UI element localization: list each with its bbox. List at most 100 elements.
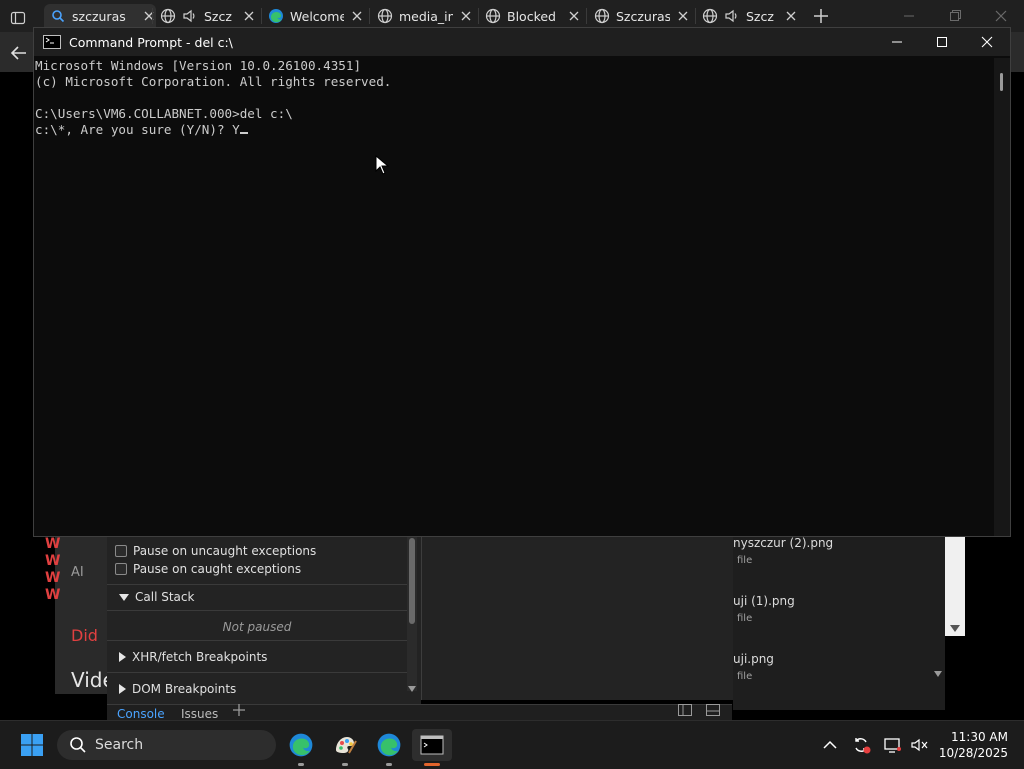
edge-icon: [289, 733, 313, 757]
display-tray-icon[interactable]: [883, 735, 903, 755]
command-prompt-window[interactable]: Command Prompt - del c:\ Microsoft Windo…: [33, 27, 1011, 537]
close-icon: [995, 10, 1007, 22]
plus-icon: [233, 704, 245, 716]
chevron-right-icon: [119, 684, 126, 694]
tab-actions-button[interactable]: [10, 6, 30, 30]
checkbox[interactable]: [115, 563, 127, 575]
globe-icon: [485, 8, 501, 24]
system-clock[interactable]: 11:30 AM 10/28/2025: [938, 729, 1008, 761]
running-indicator: [342, 763, 348, 766]
speaker-icon[interactable]: [182, 8, 198, 24]
taskbar-edge-app-2[interactable]: [373, 729, 405, 761]
xhr-breakpoints-header[interactable]: XHR/fetch Breakpoints: [107, 648, 407, 666]
cmd-maximize-button[interactable]: [919, 28, 965, 56]
back-button[interactable]: [8, 42, 30, 64]
tab-szcz-1[interactable]: Szcz: [160, 4, 256, 28]
new-tab-button[interactable]: [811, 6, 831, 26]
pause-caught-label: Pause on caught exceptions: [133, 562, 302, 576]
browser-close-button[interactable]: [990, 6, 1012, 26]
tab-title: Blocked: [507, 8, 556, 24]
network-speaker-icon: [911, 738, 928, 752]
tab-welcome[interactable]: Welcome: [268, 4, 364, 28]
close-tab-icon[interactable]: [567, 9, 581, 23]
edge-icon: [377, 733, 401, 757]
tab-title: Szczuras: [616, 8, 670, 24]
restore-icon: [950, 10, 961, 21]
close-tab-icon[interactable]: [676, 9, 690, 23]
sync-tray-icon[interactable]: [851, 735, 871, 755]
scroll-down-icon[interactable]: [407, 682, 417, 692]
taskbar-edge-app[interactable]: [285, 729, 317, 761]
tab-szczuras-search[interactable]: szczuras: [44, 4, 156, 28]
cmd-scrollbar[interactable]: [994, 58, 1010, 536]
pause-uncaught-label: Pause on uncaught exceptions: [133, 544, 317, 558]
checkbox[interactable]: [115, 545, 127, 557]
text-cursor: [239, 132, 248, 134]
active-indicator: [424, 763, 440, 766]
close-tab-icon[interactable]: [350, 9, 364, 23]
tab-actions-icon: [10, 11, 26, 25]
show-hidden-icons-button[interactable]: [820, 735, 840, 755]
tab-szcz-2[interactable]: Szcz: [702, 4, 798, 28]
screencast-icon[interactable]: [705, 703, 721, 717]
tab-title: Szcz: [746, 8, 774, 24]
scrollbar-thumb[interactable]: [409, 538, 415, 624]
minimize-icon: [892, 41, 902, 43]
dom-breakpoints-header[interactable]: DOM Breakpoints: [107, 680, 407, 698]
dom-breakpoints-label: DOM Breakpoints: [132, 682, 237, 696]
close-tab-icon[interactable]: [459, 9, 473, 23]
monitor-icon: [884, 738, 901, 753]
taskbar-paint-app[interactable]: [329, 729, 361, 761]
tab-issues[interactable]: Issues: [181, 707, 218, 721]
call-stack-header[interactable]: Call Stack: [107, 588, 407, 606]
search-icon: [70, 737, 86, 753]
close-tab-icon[interactable]: [142, 9, 156, 23]
tab-blocked[interactable]: Blocked: [485, 4, 581, 28]
cmd-console-output[interactable]: Microsoft Windows [Version 10.0.26100.43…: [34, 58, 994, 536]
devtools-editor-pane: [421, 536, 734, 700]
scroll-down-icon[interactable]: [945, 620, 965, 632]
cmd-minimize-button[interactable]: [874, 28, 920, 56]
network-tray-icon[interactable]: [909, 735, 929, 755]
start-button[interactable]: [16, 729, 48, 761]
downloads-list: nyszczur (2).png file uji (1).png file u…: [733, 536, 945, 710]
cmd-app-icon: [43, 35, 61, 49]
console-prompt-text: c:\*, Are you sure (Y/N)? Y: [35, 122, 240, 137]
scroll-down-icon[interactable]: [934, 666, 942, 677]
taskbar: Search 11:30 AM 10/28/2025: [0, 720, 1024, 769]
taskbar-search-box[interactable]: Search: [57, 730, 276, 760]
cmd-scrollbar-thumb[interactable]: [1000, 73, 1003, 91]
add-tab-button[interactable]: [231, 702, 247, 718]
running-indicator: [386, 763, 392, 766]
close-tab-icon[interactable]: [242, 9, 256, 23]
file-meta: file: [737, 555, 753, 566]
clock-date: 10/28/2025: [938, 746, 1008, 760]
console-line: Microsoft Windows [Version 10.0.26100.43…: [35, 58, 362, 73]
webpage-fragment: WWWW AI Did Vide: [45, 536, 115, 694]
file-name[interactable]: uji (1).png: [733, 594, 795, 608]
browser-minimize-button[interactable]: [898, 6, 920, 26]
console-prompt-line[interactable]: c:\*, Are you sure (Y/N)? Y: [35, 122, 248, 138]
cmd-title-bar[interactable]: Command Prompt - del c:\: [34, 28, 1010, 56]
tab-szczuras[interactable]: Szczuras: [594, 4, 690, 28]
running-indicator: [298, 763, 304, 766]
globe-icon: [702, 8, 718, 24]
page-scrollbar[interactable]: [945, 536, 965, 636]
browser-restore-button[interactable]: [944, 6, 966, 26]
chevron-right-icon: [119, 652, 126, 662]
tab-media-in[interactable]: media_in: [377, 4, 473, 28]
mouse-pointer-icon: [375, 154, 390, 175]
cmd-window-title: Command Prompt - del c:\: [69, 34, 233, 50]
dock-icon[interactable]: [677, 703, 693, 717]
cmd-close-button[interactable]: [964, 28, 1010, 56]
speaker-icon[interactable]: [724, 8, 740, 24]
file-name[interactable]: uji.png: [733, 652, 774, 666]
close-tab-icon[interactable]: [784, 9, 798, 23]
tab-console[interactable]: Console: [117, 707, 165, 721]
taskbar-cmd-app[interactable]: [412, 729, 452, 761]
pause-uncaught-row[interactable]: Pause on uncaught exceptions: [107, 542, 407, 560]
arrow-left-icon: [10, 46, 26, 60]
file-name[interactable]: nyszczur (2).png: [733, 536, 833, 550]
did-text: Did: [71, 626, 98, 645]
pause-caught-row[interactable]: Pause on caught exceptions: [107, 560, 407, 578]
